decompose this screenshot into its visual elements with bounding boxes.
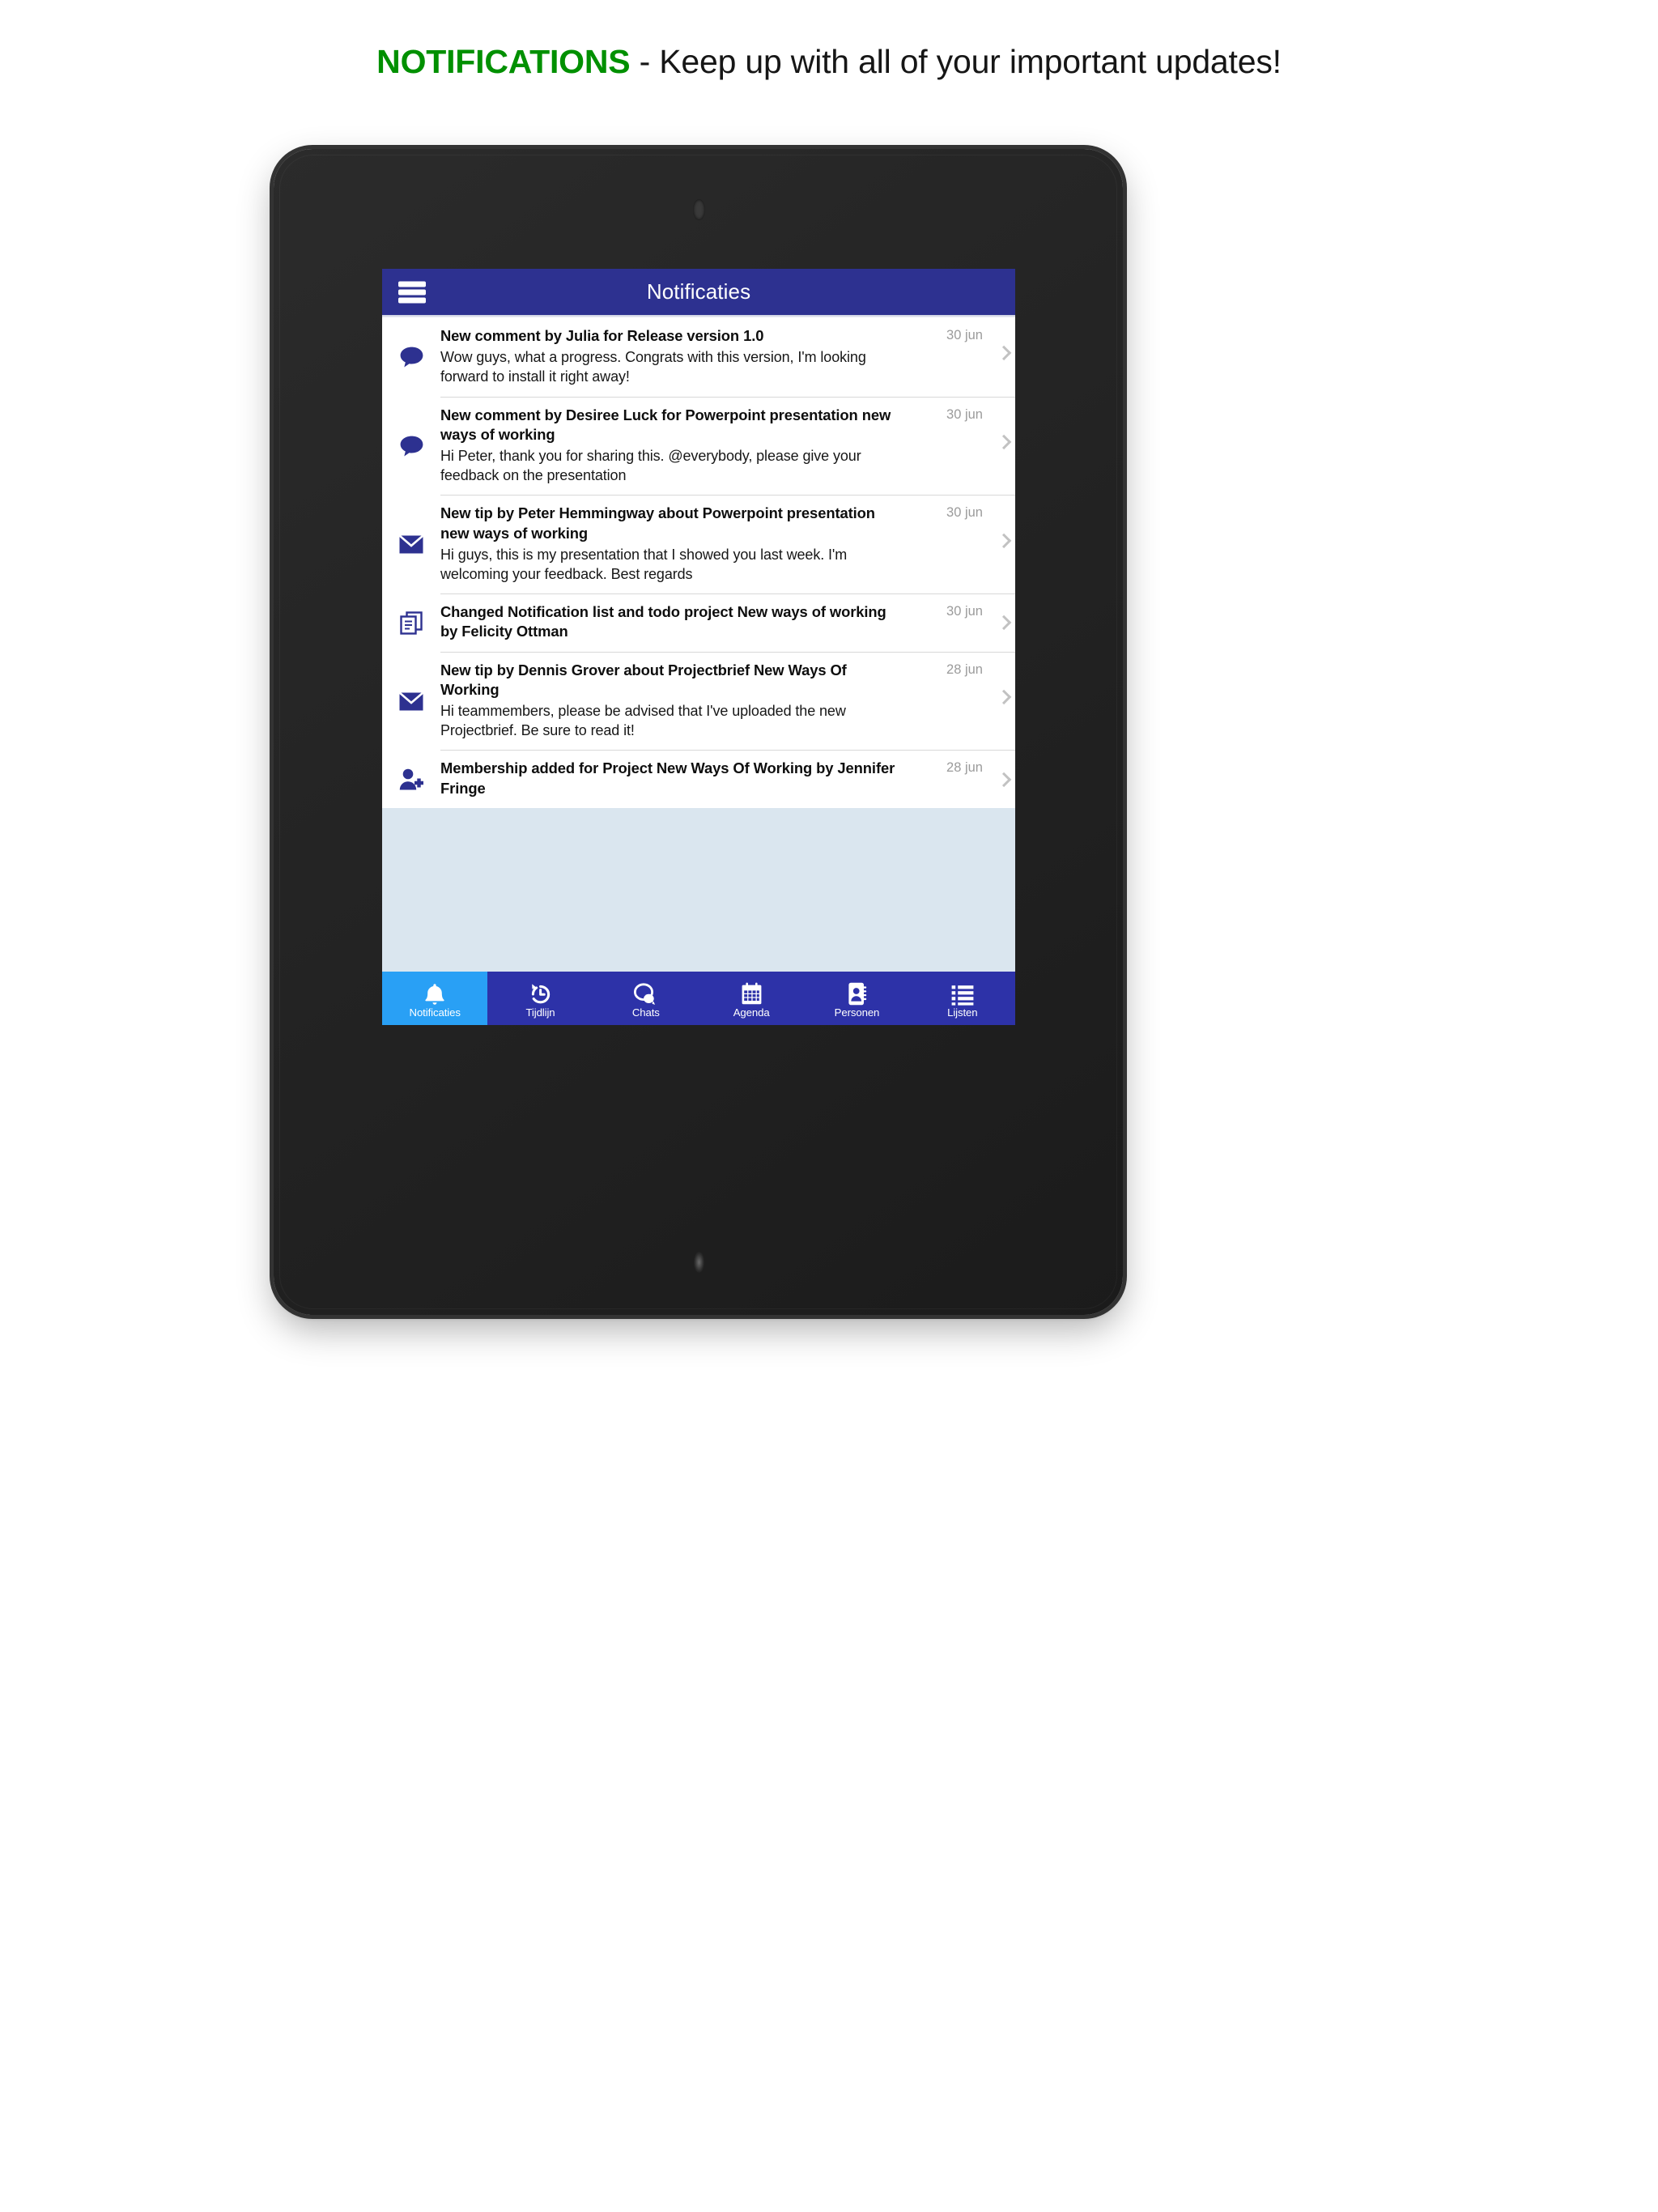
bell-icon <box>424 981 445 1006</box>
caption-keyword: NOTIFICATIONS <box>376 42 631 80</box>
caption-rest: - Keep up with all of your important upd… <box>630 42 1282 80</box>
notification-content: Changed Notification list and todo proje… <box>440 602 912 642</box>
page-caption: NOTIFICATIONS - Keep up with all of your… <box>376 43 1282 81</box>
nav-tab-personen[interactable]: Personen <box>804 972 909 1025</box>
notification-row[interactable]: New comment by Desiree Luck for Powerpoi… <box>382 396 1015 496</box>
notification-title: Membership added for Project New Ways Of… <box>440 759 895 797</box>
app-bar: Notificaties <box>382 269 1015 315</box>
nav-label: Lijsten <box>947 1006 978 1019</box>
nav-label: Chats <box>631 1006 660 1019</box>
envelope-icon <box>382 534 440 554</box>
notification-title: New comment by Desiree Luck for Powerpoi… <box>440 406 891 443</box>
nav-label: Agenda <box>733 1006 770 1019</box>
contact-book-icon <box>847 981 867 1006</box>
notification-date: 30 jun <box>946 328 983 342</box>
front-camera-icon <box>692 199 705 220</box>
notification-meta: 28 jun <box>912 661 1015 741</box>
page-title: Notificaties <box>646 279 751 304</box>
notification-content: New tip by Dennis Grover about Projectbr… <box>440 661 912 741</box>
home-button-indicator[interactable] <box>693 1252 704 1273</box>
nav-tab-lijsten[interactable]: Lijsten <box>910 972 1015 1025</box>
tablet-stage: Notificaties New comment by Julia for Re <box>0 91 1658 2212</box>
notification-meta: 30 jun <box>912 326 1015 387</box>
chevron-right-icon[interactable] <box>996 615 1012 631</box>
list-icon <box>951 981 974 1006</box>
envelope-icon <box>382 691 440 711</box>
notification-title: New tip by Peter Hemmingway about Powerp… <box>440 504 875 542</box>
notification-row[interactable]: Membership added for Project New Ways Of… <box>382 750 1015 808</box>
calendar-icon <box>741 981 763 1006</box>
tablet-device-frame: Notificaties New comment by Julia for Re <box>274 149 1123 1315</box>
notification-meta: 28 jun <box>912 759 1015 798</box>
notification-meta: 30 jun <box>912 602 1015 642</box>
notification-row[interactable]: Changed Notification list and todo proje… <box>382 593 1015 652</box>
chevron-right-icon[interactable] <box>996 533 1012 548</box>
chat-bubble-icon <box>382 434 440 457</box>
empty-list-area <box>382 807 1015 972</box>
notification-content: New comment by Desiree Luck for Powerpoi… <box>440 406 912 486</box>
notification-body: Hi teammembers, please be advised that I… <box>440 703 846 739</box>
nav-tab-chats[interactable]: Chats <box>593 972 699 1025</box>
notification-body: Hi Peter, thank you for sharing this. @e… <box>440 448 861 484</box>
chevron-right-icon[interactable] <box>996 434 1012 449</box>
chevron-right-icon[interactable] <box>996 689 1012 705</box>
nav-tab-tijdlijn[interactable]: Tijdlijn <box>487 972 593 1025</box>
nav-label: Notificaties <box>409 1006 461 1019</box>
notification-date: 30 jun <box>946 505 983 521</box>
notification-row[interactable]: New tip by Dennis Grover about Projectbr… <box>382 651 1015 751</box>
chevron-right-icon[interactable] <box>996 772 1012 787</box>
notification-date: 30 jun <box>946 604 983 619</box>
nav-tab-notificaties[interactable]: Notificaties <box>382 972 488 1025</box>
notification-title: Changed Notification list and todo proje… <box>440 603 886 640</box>
history-clock-icon <box>529 981 551 1006</box>
notification-date: 28 jun <box>946 760 983 776</box>
notification-row[interactable]: New tip by Peter Hemmingway about Powerp… <box>382 495 1015 594</box>
notification-list: New comment by Julia for Release version… <box>382 317 1015 808</box>
person-add-icon <box>382 767 440 791</box>
notification-content: Membership added for Project New Ways Of… <box>440 759 912 798</box>
nav-label: Personen <box>834 1006 880 1019</box>
chat-bubble-icon <box>382 345 440 368</box>
notification-row[interactable]: New comment by Julia for Release version… <box>382 317 1015 397</box>
nav-tab-agenda[interactable]: Agenda <box>699 972 804 1025</box>
notification-title: New tip by Dennis Grover about Projectbr… <box>440 661 847 698</box>
notification-date: 28 jun <box>946 661 983 677</box>
nav-label: Tijdlijn <box>525 1006 555 1019</box>
notification-title: New comment by Julia for Release version… <box>440 327 764 344</box>
notification-date: 30 jun <box>946 406 983 422</box>
chat-bubbles-icon <box>634 981 657 1006</box>
notification-content: New tip by Peter Hemmingway about Powerp… <box>440 504 912 584</box>
notification-body: Hi guys, this is my presentation that I … <box>440 546 848 582</box>
notification-body: Wow guys, what a progress. Congrats with… <box>440 349 866 385</box>
chevron-right-icon[interactable] <box>996 345 1012 361</box>
notification-meta: 30 jun <box>912 406 1015 486</box>
notification-content: New comment by Julia for Release version… <box>440 326 912 387</box>
notification-meta: 30 jun <box>912 504 1015 584</box>
hamburger-menu-icon[interactable] <box>398 281 426 303</box>
documents-copy-icon <box>382 610 440 635</box>
page-caption-bar: NOTIFICATIONS - Keep up with all of your… <box>0 0 1658 91</box>
bottom-navigation-bar: Notificaties Tijdlijn Chats Agenda Perso… <box>382 972 1015 1025</box>
device-screen: Notificaties New comment by Julia for Re <box>382 269 1015 1025</box>
